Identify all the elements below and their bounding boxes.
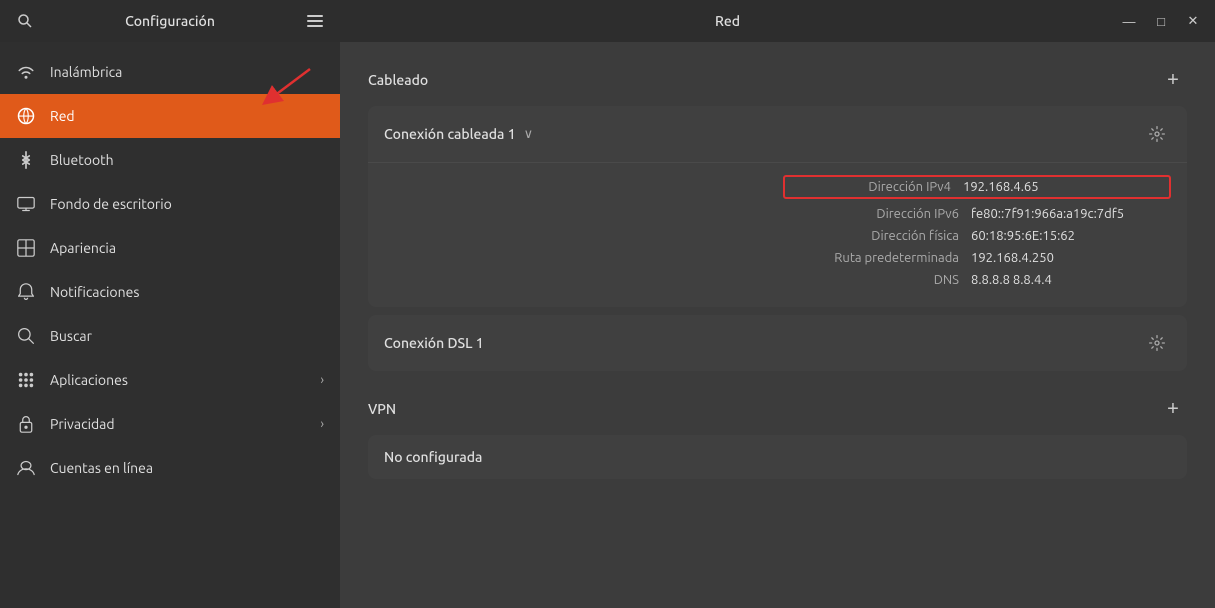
- menu-button[interactable]: [300, 6, 330, 36]
- maximize-button[interactable]: □: [1147, 7, 1175, 35]
- add-wired-button[interactable]: +: [1159, 66, 1187, 94]
- sidebar-item-apps[interactable]: Aplicaciones ›: [0, 358, 340, 402]
- privacy-icon: [16, 414, 36, 434]
- close-button[interactable]: ✕: [1179, 7, 1207, 35]
- sidebar-item-privacy[interactable]: Privacidad ›: [0, 402, 340, 446]
- vpn-not-configured-header: No configurada: [368, 435, 1187, 479]
- ipv4-highlight-box: Dirección IPv4 192.168.4.65: [783, 175, 1171, 199]
- vpn-not-configured-title: No configurada: [384, 449, 482, 465]
- sidebar-item-bluetooth[interactable]: Bluetooth: [0, 138, 340, 182]
- sidebar-title: Configuración: [48, 13, 292, 29]
- apps-icon: [16, 370, 36, 390]
- physical-row: Dirección física 60:18:95:6E:15:62: [384, 225, 1171, 247]
- wired-connection-1-card: Conexión cableada 1 ∨ Dirección: [368, 106, 1187, 307]
- sidebar-label-appearance: Apariencia: [50, 240, 324, 256]
- default-route-row: Ruta predeterminada 192.168.4.250: [384, 247, 1171, 269]
- sidebar-item-appearance[interactable]: Apariencia: [0, 226, 340, 270]
- titlebar-center-title: Red: [340, 13, 1115, 29]
- sidebar-label-network: Red: [50, 108, 324, 124]
- sidebar-item-wireless[interactable]: Inalámbrica: [0, 50, 340, 94]
- sidebar-item-network[interactable]: Red: [0, 94, 340, 138]
- wired-section-title: Cableado: [368, 72, 428, 88]
- vpn-section-container: VPN + No configurada: [368, 395, 1187, 479]
- ipv6-label: Dirección IPv6: [799, 207, 959, 221]
- titlebar-controls: — □ ✕: [1115, 7, 1215, 35]
- ipv6-row: Dirección IPv6 fe80::7f91:966a:a19c:7df5: [384, 203, 1171, 225]
- accounts-icon: [16, 458, 36, 478]
- titlebar-left: Configuración: [0, 6, 340, 36]
- dsl-connection-1-header: Conexión DSL 1: [368, 315, 1187, 371]
- default-route-label: Ruta predeterminada: [799, 251, 959, 265]
- ipv4-value: 192.168.4.65: [963, 180, 1163, 194]
- dns-value: 8.8.8.8 8.8.4.4: [971, 273, 1171, 287]
- dns-label: DNS: [799, 273, 959, 287]
- dsl-connection-1-name: Conexión DSL 1: [384, 335, 484, 351]
- chevron-down-icon: ∨: [524, 127, 534, 142]
- apps-chevron-icon: ›: [320, 373, 324, 387]
- sidebar-label-accounts: Cuentas en línea: [50, 460, 324, 476]
- default-route-value: 192.168.4.250: [971, 251, 1171, 265]
- sidebar-item-accounts[interactable]: Cuentas en línea: [0, 446, 340, 490]
- wired-section-header: Cableado +: [368, 66, 1187, 94]
- sidebar-label-bluetooth: Bluetooth: [50, 152, 324, 168]
- sidebar: Inalámbrica Red: [0, 42, 340, 608]
- sidebar-item-desktop[interactable]: Fondo de escritorio: [0, 182, 340, 226]
- titlebar: Configuración Red — □ ✕: [0, 0, 1215, 42]
- network-icon: [16, 106, 36, 126]
- sidebar-label-notifications: Notificaciones: [50, 284, 324, 300]
- ipv4-row: Dirección IPv4 192.168.4.65: [384, 171, 1171, 203]
- wired-connection-1-settings-button[interactable]: [1143, 120, 1171, 148]
- wired-connection-1-details: Dirección IPv4 192.168.4.65 Dirección IP…: [368, 162, 1187, 307]
- minimize-button[interactable]: —: [1115, 7, 1143, 35]
- sidebar-item-search[interactable]: Buscar: [0, 314, 340, 358]
- sidebar-label-apps: Aplicaciones: [50, 372, 306, 388]
- wired-connection-1-header: Conexión cableada 1 ∨: [368, 106, 1187, 162]
- desktop-icon: [16, 194, 36, 214]
- search-sidebar-icon: [16, 326, 36, 346]
- window: Configuración Red — □ ✕: [0, 0, 1215, 608]
- privacy-chevron-icon: ›: [320, 417, 324, 431]
- sidebar-label-privacy: Privacidad: [50, 416, 306, 432]
- vpn-not-configured-name: No configurada: [384, 449, 482, 465]
- notifications-icon: [16, 282, 36, 302]
- dsl-connection-1-title[interactable]: Conexión DSL 1: [384, 335, 484, 351]
- bluetooth-icon: [16, 150, 36, 170]
- physical-value: 60:18:95:6E:15:62: [971, 229, 1171, 243]
- sidebar-label-desktop: Fondo de escritorio: [50, 196, 324, 212]
- sidebar-item-notifications[interactable]: Notificaciones: [0, 270, 340, 314]
- search-button[interactable]: [10, 6, 40, 36]
- vpn-not-configured-card: No configurada: [368, 435, 1187, 479]
- appearance-icon: [16, 238, 36, 258]
- dns-row: DNS 8.8.8.8 8.8.4.4: [384, 269, 1171, 291]
- sidebar-label-search: Buscar: [50, 328, 324, 344]
- sidebar-label-wireless: Inalámbrica: [50, 64, 324, 80]
- right-panel: Cableado + Conexión cableada 1 ∨: [340, 42, 1215, 608]
- wired-connection-1-name: Conexión cableada 1: [384, 126, 516, 142]
- vpn-section-title: VPN: [368, 401, 396, 417]
- physical-label: Dirección física: [799, 229, 959, 243]
- wireless-icon: [16, 62, 36, 82]
- dsl-connection-1-card: Conexión DSL 1: [368, 315, 1187, 371]
- wired-connection-1-title[interactable]: Conexión cableada 1 ∨: [384, 126, 533, 142]
- vpn-section-header: VPN +: [368, 395, 1187, 423]
- ipv6-value: fe80::7f91:966a:a19c:7df5: [971, 207, 1171, 221]
- add-vpn-button[interactable]: +: [1159, 395, 1187, 423]
- main-content: Inalámbrica Red: [0, 42, 1215, 608]
- dsl-connection-1-settings-button[interactable]: [1143, 329, 1171, 357]
- ipv4-label: Dirección IPv4: [791, 180, 951, 194]
